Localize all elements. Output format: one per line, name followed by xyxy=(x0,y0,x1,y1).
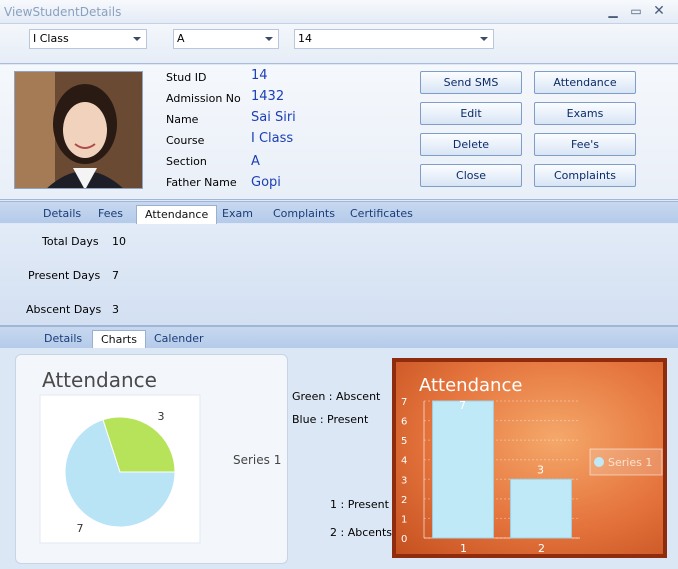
bar-legend-marker xyxy=(594,457,604,467)
edit-button[interactable]: Edit xyxy=(420,102,522,125)
bar-y-tick-label: 1 xyxy=(401,514,407,525)
send-sms-button[interactable]: Send SMS xyxy=(420,71,522,94)
bar-data-label: 7 xyxy=(459,399,466,412)
section-value: A xyxy=(251,154,260,169)
name-label: Name xyxy=(166,113,199,126)
student-details-panel: Stud ID 14 Admission No 1432 Name Sai Si… xyxy=(0,65,678,200)
tab-exam[interactable]: Exam xyxy=(214,205,261,224)
pie-chart: Attendance 7 3 Series 1 xyxy=(39,368,281,544)
bar-x-tick-label: 2 xyxy=(538,542,545,554)
pie-legend-series-1: Series 1 xyxy=(233,453,281,467)
tab-certificates[interactable]: Certificates xyxy=(342,205,421,224)
complaints-button[interactable]: Complaints xyxy=(534,164,636,187)
chevron-down-icon[interactable] xyxy=(265,37,273,41)
title-bar: ViewStudentDetails ▁ ▭ ✕ xyxy=(0,0,678,24)
close-button[interactable]: Close xyxy=(420,164,522,187)
maximize-icon[interactable]: ▭ xyxy=(627,3,645,19)
bar-y-tick-label: 6 xyxy=(401,417,407,428)
student-photo-image xyxy=(15,72,142,188)
subtab-charts[interactable]: Charts xyxy=(92,330,146,349)
section-label: Section xyxy=(166,155,207,168)
bar-y-tick-label: 5 xyxy=(401,436,407,447)
main-tab-strip: Details Fees Attendance Exam Complaints … xyxy=(0,201,678,224)
attendance-button[interactable]: Attendance xyxy=(534,71,636,94)
bar-y-tick-label: 3 xyxy=(401,475,407,486)
pie-chart-title: Attendance xyxy=(42,368,157,392)
charts-panel: Attendance 7 3 Series 1 Green : Abscent … xyxy=(0,348,678,569)
subtab-details[interactable]: Details xyxy=(36,330,90,349)
delete-button[interactable]: Delete xyxy=(420,133,522,156)
pie-data-label-present: 7 xyxy=(76,522,83,535)
bar-y-axis: 0 1 2 3 4 5 6 7 xyxy=(401,397,407,545)
bar-chart: Attendance 73 01234567 12 Series 1 xyxy=(401,375,663,555)
father-name-label: Father Name xyxy=(166,176,237,189)
chevron-down-icon[interactable] xyxy=(480,37,488,41)
legend-note-one: 1 : Present xyxy=(330,498,389,511)
filter-bar: I Class A 14 xyxy=(0,24,678,64)
section-select-value: A xyxy=(177,32,185,45)
name-value: Sai Siri xyxy=(251,110,296,125)
course-label: Course xyxy=(166,134,205,147)
tab-attendance[interactable]: Attendance xyxy=(136,205,218,224)
chevron-down-icon[interactable] xyxy=(133,37,141,41)
bar-y-tick-label: 0 xyxy=(401,534,407,545)
subtab-calender[interactable]: Calender xyxy=(146,330,212,349)
class-select-value: I Class xyxy=(33,32,69,45)
legend-note-green: Green : Abscent xyxy=(292,390,381,403)
bar-chart-card: Attendance 73 01234567 12 Series 1 xyxy=(392,358,667,558)
bar-chart-title: Attendance xyxy=(419,375,522,396)
class-select[interactable]: I Class xyxy=(29,29,147,49)
absent-days-label: Abscent Days xyxy=(26,303,102,316)
total-days-value: 10 xyxy=(112,235,126,248)
bar-y-tick-label: 7 xyxy=(401,397,407,408)
father-name-value: Gopi xyxy=(251,175,281,190)
bar-legend-series-1: Series 1 xyxy=(608,456,652,469)
minimize-icon[interactable]: ▁ xyxy=(604,3,622,19)
close-icon[interactable]: ✕ xyxy=(650,3,668,19)
bar-x-axis: 12 xyxy=(460,542,545,555)
tab-fees[interactable]: Fees xyxy=(90,205,131,224)
present-days-value: 7 xyxy=(112,269,119,282)
pie-data-label-absent: 3 xyxy=(158,410,165,423)
pie-slices xyxy=(64,416,176,528)
course-value: I Class xyxy=(251,131,294,146)
student-select[interactable]: 14 xyxy=(294,29,494,49)
sub-tab-strip: Details Charts Calender xyxy=(0,326,678,349)
legend-note-blue: Blue : Present xyxy=(292,413,369,426)
student-select-value: 14 xyxy=(298,32,312,45)
admission-no-label: Admission No xyxy=(166,92,241,105)
stud-id-label: Stud ID xyxy=(166,71,207,84)
student-photo xyxy=(14,71,143,189)
pie-chart-card: Attendance 7 3 Series 1 xyxy=(15,354,288,564)
bar-x-tick-label: 1 xyxy=(460,542,467,554)
attendance-summary-panel: Total Days 10 Present Days 7 Abscent Day… xyxy=(0,224,678,326)
tab-complaints[interactable]: Complaints xyxy=(265,205,343,224)
bar-data-label: 3 xyxy=(537,463,544,476)
tab-details[interactable]: Details xyxy=(35,205,89,224)
admission-no-value: 1432 xyxy=(251,89,285,104)
bar-1 xyxy=(432,400,494,539)
bar-series: 73 xyxy=(432,399,572,539)
bar-y-tick-label: 4 xyxy=(401,456,407,467)
fees-button[interactable]: Fee's xyxy=(534,133,636,156)
stud-id-value: 14 xyxy=(251,68,268,83)
total-days-label: Total Days xyxy=(42,235,99,248)
section-select[interactable]: A xyxy=(173,29,279,49)
present-days-label: Present Days xyxy=(28,269,101,282)
exams-button[interactable]: Exams xyxy=(534,102,636,125)
bar-y-tick-label: 2 xyxy=(401,495,407,506)
window-title: ViewStudentDetails xyxy=(4,5,122,19)
bar-2 xyxy=(510,478,572,539)
absent-days-value: 3 xyxy=(112,303,119,316)
legend-note-two: 2 : Abcents xyxy=(330,526,393,539)
